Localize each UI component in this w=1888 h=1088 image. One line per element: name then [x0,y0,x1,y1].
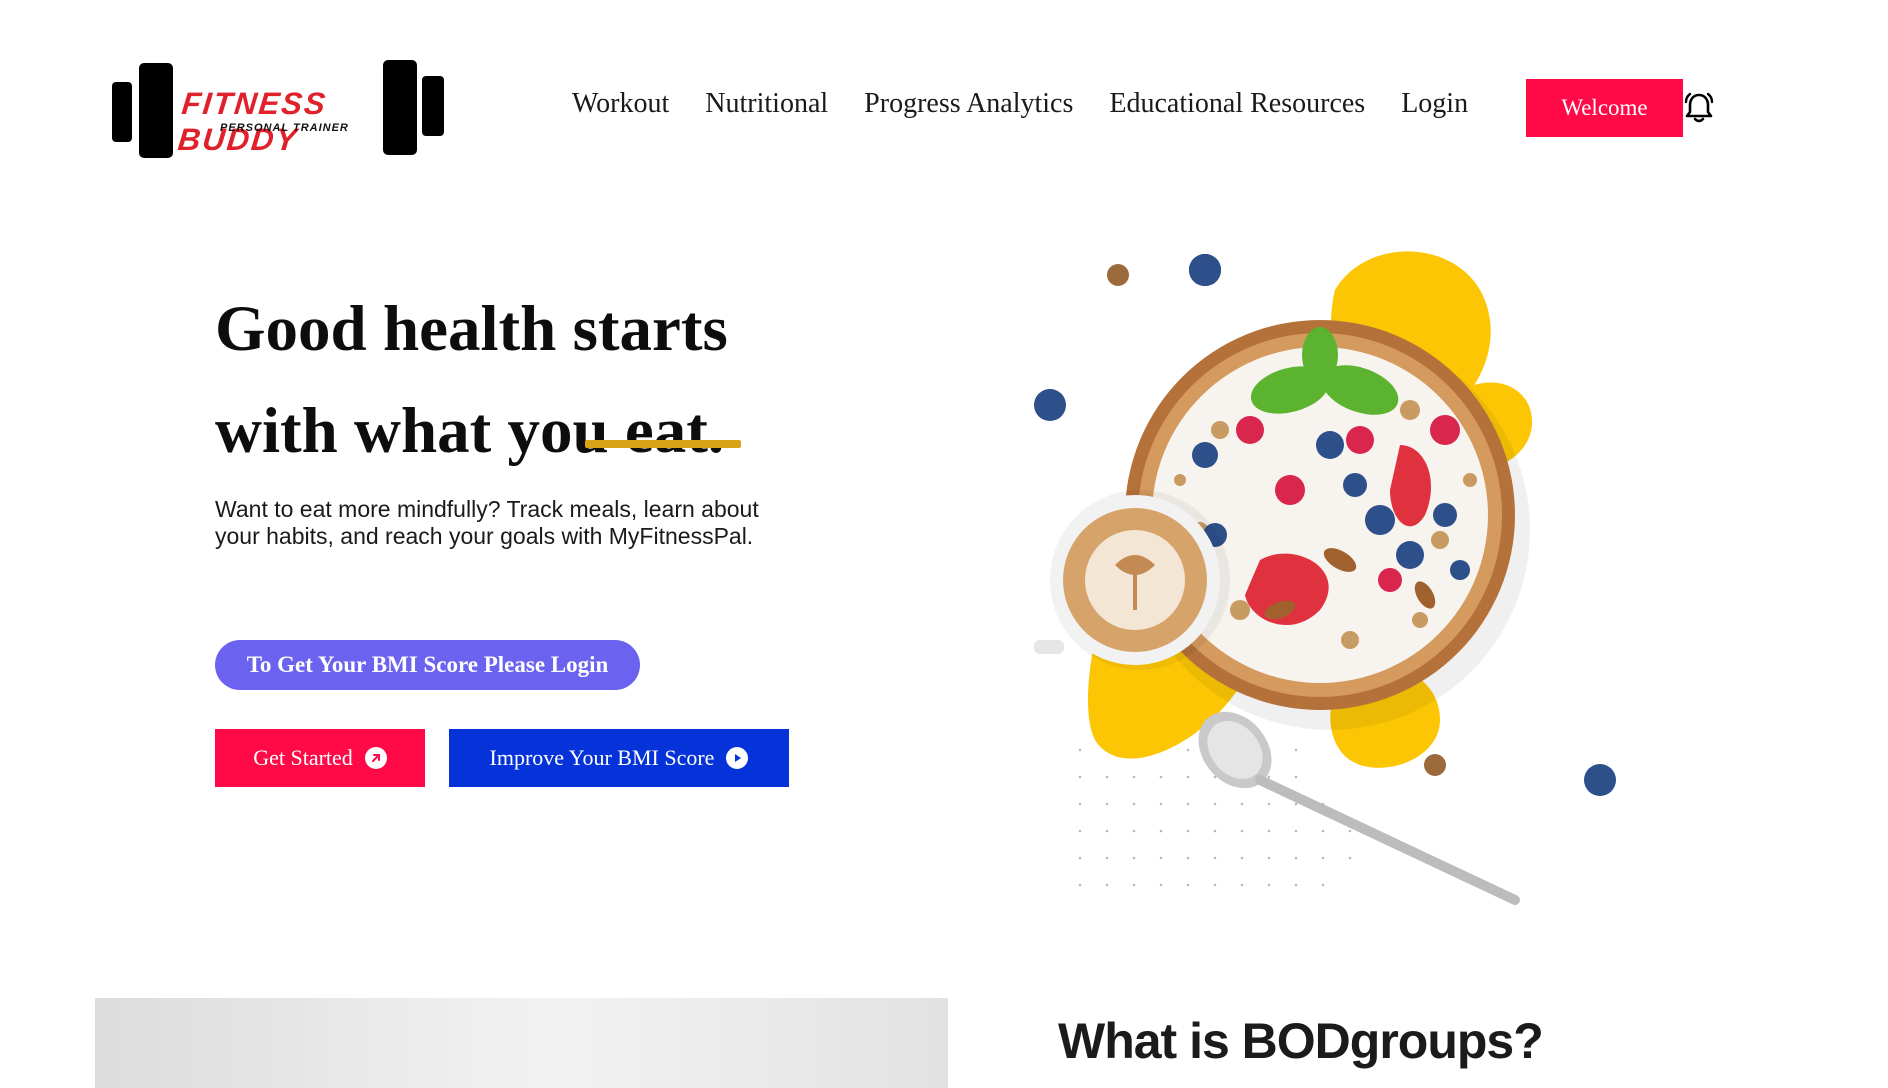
main-nav: Workout Nutritional Progress Analytics E… [572,88,1504,120]
improve-bmi-label: Improve Your BMI Score [489,745,715,770]
nav-nutritional[interactable]: Nutritional [705,88,828,120]
bmi-login-notice-button[interactable]: To Get Your BMI Score Please Login [215,640,640,690]
hero-title: Good health starts with what you eat. [215,278,835,482]
dumbbell-right-inner-icon [383,60,417,155]
nav-progress-analytics[interactable]: Progress Analytics [864,88,1073,120]
dumbbell-left-outer-icon [112,82,132,142]
brand-logo[interactable]: FITNESS BUDDY PERSONAL TRAINER [112,60,445,160]
video-placeholder[interactable] [95,998,948,1088]
arrow-up-right-icon [364,747,387,769]
improve-bmi-button[interactable]: Improve Your BMI Score [449,729,789,787]
hero-description: Want to eat more mindfully? Track meals,… [215,496,759,549]
bell-icon[interactable] [1682,91,1716,125]
get-started-button[interactable]: Get Started [215,729,425,787]
coffee-cup [1034,490,1230,670]
get-started-label: Get Started [253,745,353,770]
breakfast-bowl-illustration [1034,251,1616,905]
about-heading: What is BODgroups? [1058,1013,1544,1069]
nav-login[interactable]: Login [1401,88,1468,120]
brand-tagline: PERSONAL TRAINER [220,122,349,134]
play-circle-icon [726,747,749,769]
hero-title-line1: Good health starts [215,293,728,365]
nav-educational-resources[interactable]: Educational Resources [1109,88,1365,120]
dumbbell-right-outer-icon [422,76,444,136]
welcome-button[interactable]: Welcome [1526,79,1683,137]
hero-title-line2: with what you eat. [215,395,725,467]
dumbbell-left-inner-icon [139,63,173,158]
nav-workout[interactable]: Workout [572,88,669,120]
title-underline-decoration [585,440,741,448]
